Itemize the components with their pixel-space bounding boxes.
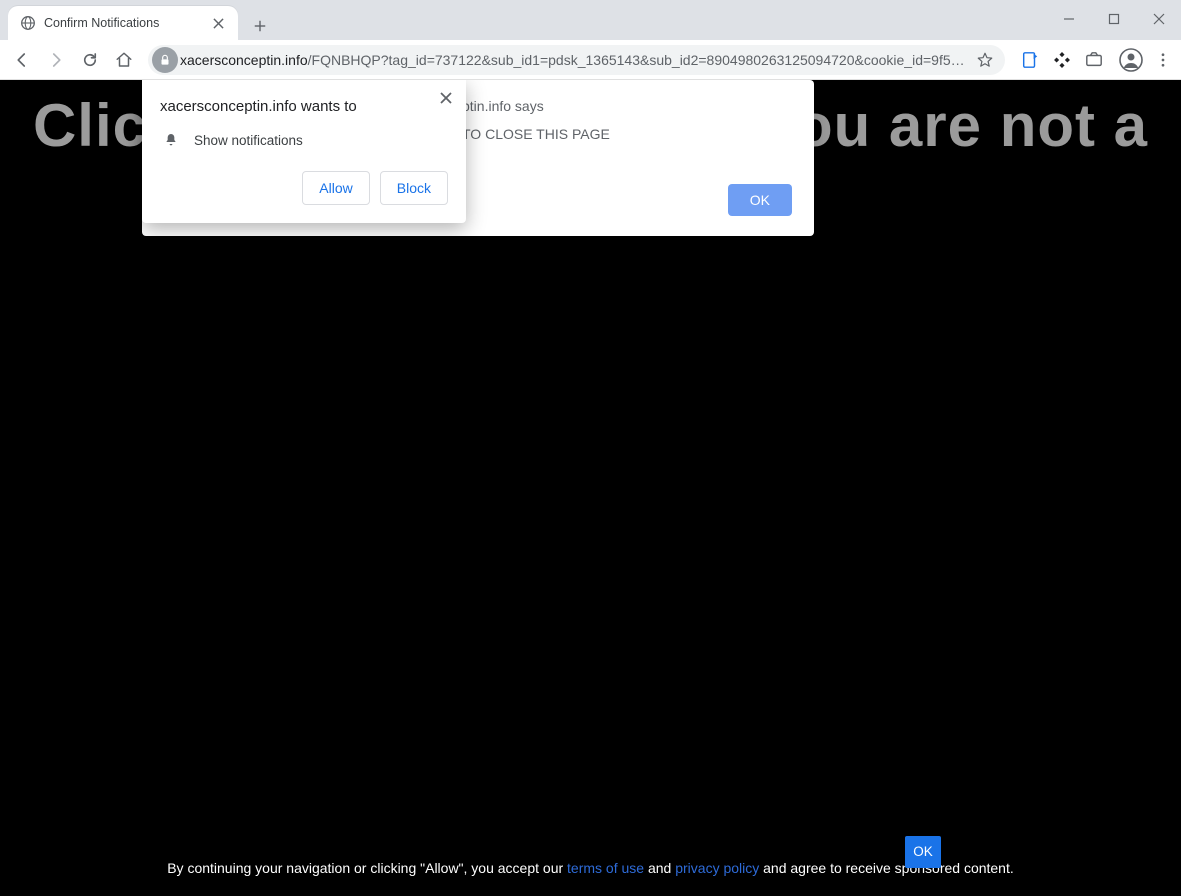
consent-bar: By continuing your navigation or clickin… bbox=[0, 848, 1181, 896]
extension-icon-1[interactable] bbox=[1019, 49, 1041, 71]
notification-block-button[interactable]: Block bbox=[380, 171, 448, 205]
tab-close-button[interactable] bbox=[210, 15, 226, 31]
url-text: xacersconceptin.info/FQNBHQP?tag_id=7371… bbox=[180, 52, 969, 68]
address-bar[interactable]: xacersconceptin.info/FQNBHQP?tag_id=7371… bbox=[148, 45, 1005, 75]
new-tab-button[interactable] bbox=[246, 12, 274, 40]
bell-icon bbox=[162, 131, 180, 149]
notification-permission-popup: xacersconceptin.info wants to Show notif… bbox=[142, 80, 466, 223]
extension-icon-3[interactable] bbox=[1083, 49, 1105, 71]
notification-close-button[interactable] bbox=[436, 88, 456, 108]
home-button[interactable] bbox=[108, 44, 140, 76]
consent-text-suffix: and agree to receive sponsored content. bbox=[759, 860, 1014, 876]
privacy-policy-link[interactable]: privacy policy bbox=[675, 860, 759, 876]
forward-button[interactable] bbox=[40, 44, 72, 76]
notification-origin-text: xacersconceptin.info wants to bbox=[160, 98, 448, 115]
notification-allow-button[interactable]: Allow bbox=[302, 171, 369, 205]
consent-text-mid: and bbox=[644, 860, 675, 876]
tab-strip: Confirm Notifications bbox=[0, 0, 1181, 40]
terms-of-use-link[interactable]: terms of use bbox=[567, 860, 644, 876]
alert-ok-button[interactable]: OK bbox=[728, 184, 792, 216]
page-content: Click "Allow" to confirm you are not a r… bbox=[0, 80, 1181, 896]
alert-origin-visible: ptin.info says bbox=[462, 98, 792, 114]
tab-title: Confirm Notifications bbox=[44, 16, 210, 30]
extension-icon-2[interactable] bbox=[1051, 49, 1073, 71]
reload-button[interactable] bbox=[74, 44, 106, 76]
profile-avatar-button[interactable] bbox=[1117, 46, 1145, 74]
globe-icon bbox=[20, 15, 36, 31]
notification-permission-row: Show notifications bbox=[162, 131, 448, 149]
window-controls bbox=[1046, 0, 1181, 38]
consent-ok-button[interactable]: OK bbox=[905, 836, 941, 868]
minimize-button[interactable] bbox=[1046, 0, 1091, 38]
extension-icons bbox=[1013, 49, 1111, 71]
browser-menu-button[interactable] bbox=[1151, 44, 1175, 76]
alert-message: TO CLOSE THIS PAGE bbox=[462, 126, 792, 142]
notification-permission-label: Show notifications bbox=[194, 133, 303, 148]
back-button[interactable] bbox=[6, 44, 38, 76]
consent-text-prefix: By continuing your navigation or clickin… bbox=[167, 860, 567, 876]
site-info-button[interactable] bbox=[152, 47, 178, 73]
maximize-button[interactable] bbox=[1091, 0, 1136, 38]
bookmark-star-button[interactable] bbox=[975, 51, 995, 69]
browser-tab[interactable]: Confirm Notifications bbox=[8, 6, 238, 40]
close-window-button[interactable] bbox=[1136, 0, 1181, 38]
toolbar: xacersconceptin.info/FQNBHQP?tag_id=7371… bbox=[0, 40, 1181, 80]
